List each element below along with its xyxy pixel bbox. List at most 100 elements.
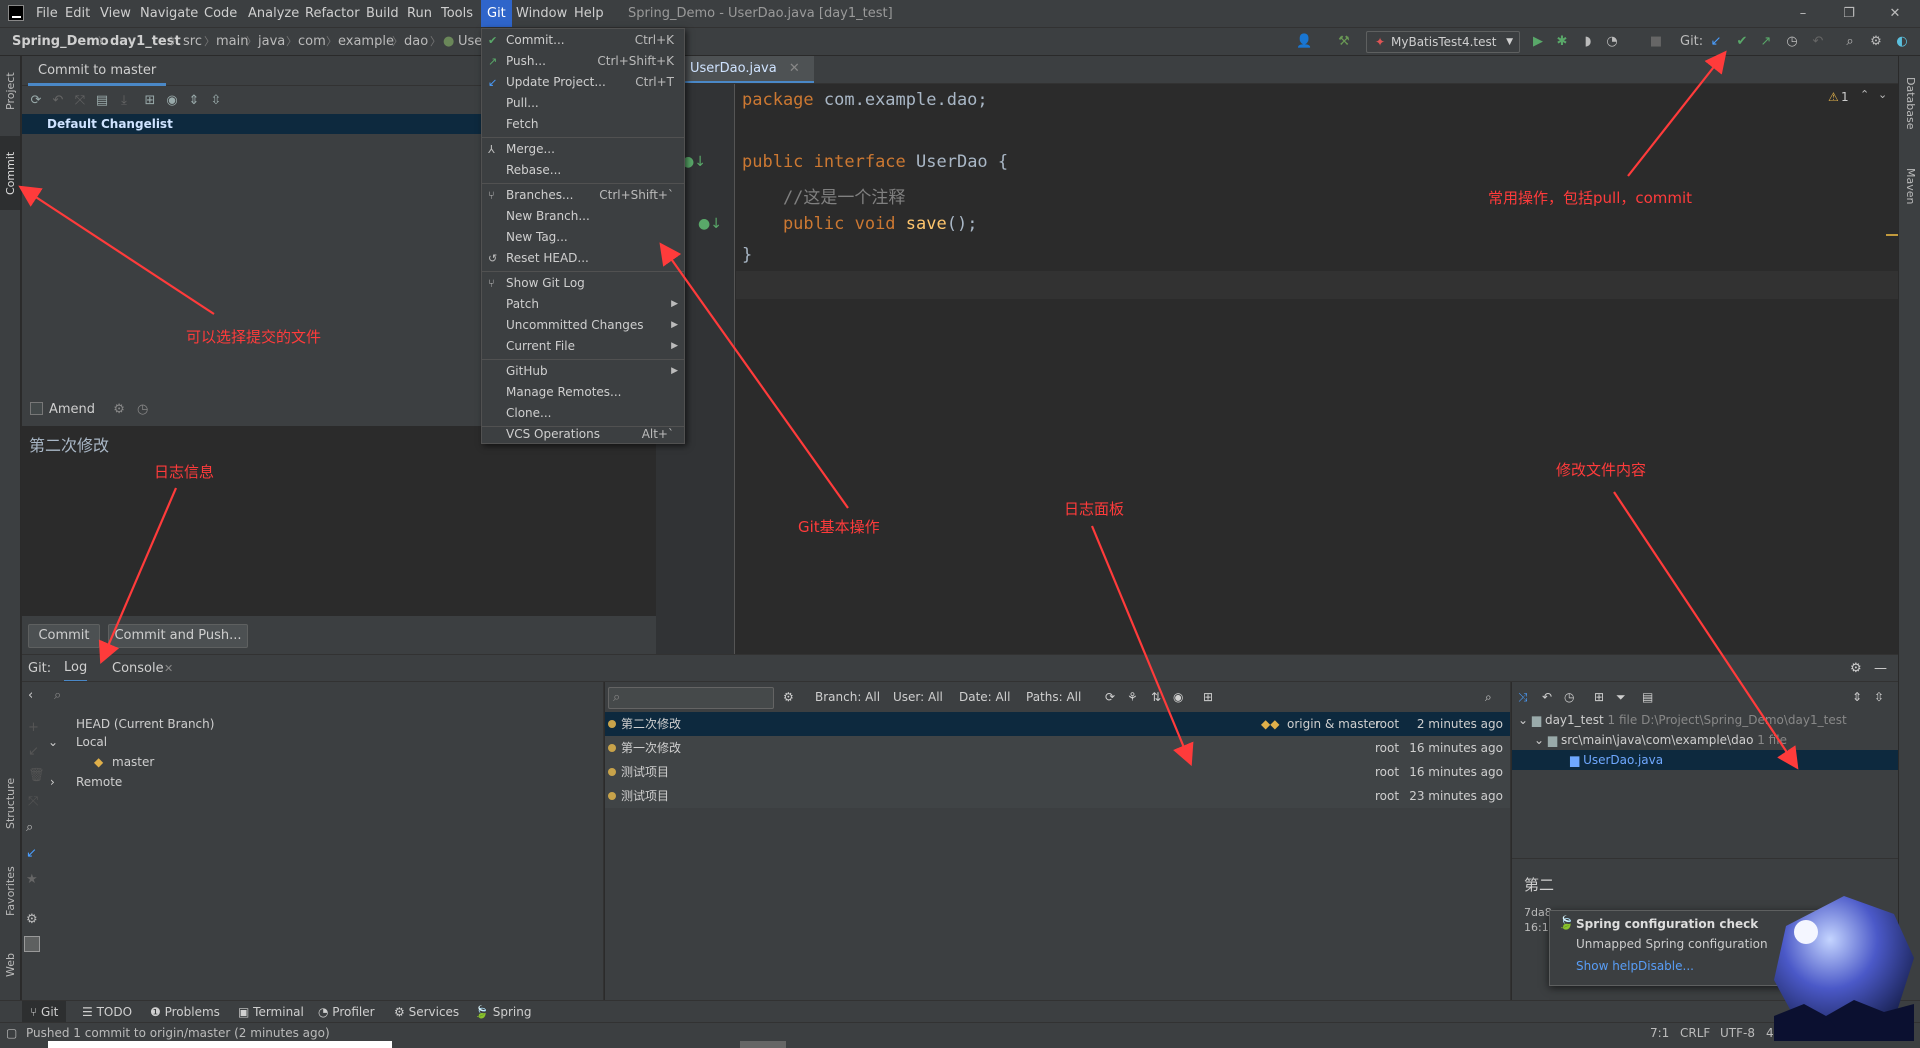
tool-tab-project[interactable]: Project [0, 60, 20, 122]
gear-icon[interactable]: ⚙ [26, 912, 38, 927]
warning-icon[interactable]: ⚠ [1828, 90, 1839, 104]
fetch-icon[interactable]: ↙ [26, 846, 37, 861]
code-editor[interactable]: package com.example.dao; public interfac… [736, 84, 1898, 654]
menu-help[interactable]: Help [568, 0, 610, 27]
filter-user[interactable]: User: All [893, 690, 943, 704]
breadcrumb-src[interactable]: src [183, 28, 202, 55]
update-icon[interactable]: ↙ [28, 744, 39, 759]
git-commit-icon[interactable]: ✔ [1734, 34, 1750, 50]
menu-item-current-file[interactable]: Current File ▶ [482, 336, 684, 357]
chevron-down-icon[interactable]: ⌄ [1878, 88, 1887, 101]
gear-icon[interactable]: ⚙ [113, 402, 125, 417]
new-tab-icon[interactable]: ⊞ [1203, 690, 1213, 704]
refresh-icon[interactable]: ⟳ [28, 93, 44, 109]
log-search-input[interactable]: ⌕ [608, 687, 774, 709]
implementation-icon[interactable]: ●↓ [698, 216, 722, 232]
commit-row[interactable]: 测试项目 root 23 minutes ago [605, 784, 1510, 808]
branch-master[interactable]: master [112, 753, 154, 771]
commit-message-input[interactable]: 第二次修改 [22, 426, 656, 616]
commit-button[interactable]: Commit [28, 624, 100, 648]
menu-item-patch[interactable]: Patch ▶ [482, 294, 684, 315]
menu-item-merge[interactable]: ⅄ Merge... [482, 139, 684, 160]
minimize-panel-icon[interactable]: — [1874, 655, 1887, 681]
amend-checkbox[interactable]: Amend ⚙ ◷ [30, 402, 148, 417]
download-icon[interactable]: ⤓ [116, 93, 132, 109]
menu-analyze[interactable]: Analyze [242, 0, 305, 27]
close-icon[interactable]: ✕ [164, 655, 173, 681]
layout-icon[interactable] [24, 936, 40, 952]
layout-icon[interactable]: ▤ [1642, 690, 1653, 704]
gear-icon[interactable]: ⚙ [1868, 34, 1884, 50]
disable-link[interactable]: Disable... [1638, 959, 1694, 973]
git-update-icon[interactable]: ↙ [1708, 34, 1724, 50]
branch-head[interactable]: HEAD (Current Branch) [76, 715, 214, 733]
tool-tab-web[interactable]: Web [0, 940, 20, 990]
expand-all-icon[interactable]: ⇕ [186, 93, 202, 109]
menu-item-rebase[interactable]: Rebase... [482, 160, 684, 181]
breadcrumb-java[interactable]: java [258, 28, 285, 55]
filter-paths[interactable]: Paths: All [1026, 690, 1081, 704]
filter-date[interactable]: Date: All [959, 690, 1010, 704]
expand-all-icon[interactable]: ⇕ [1852, 690, 1862, 704]
commit-row[interactable]: 第一次修改 root 16 minutes ago [605, 736, 1510, 760]
line-separator[interactable]: CRLF [1680, 1023, 1710, 1043]
commit-row[interactable]: 测试项目 root 16 minutes ago [605, 760, 1510, 784]
history-icon[interactable]: ◷ [137, 402, 148, 417]
shelve-icon[interactable]: ▤ [94, 93, 110, 109]
minimize-button[interactable]: – [1780, 0, 1826, 27]
chevron-up-icon[interactable]: ⌃ [1860, 88, 1869, 101]
breadcrumb-main[interactable]: main [216, 28, 248, 55]
menu-item-new-tag[interactable]: New Tag... [482, 227, 684, 248]
file-tree-root[interactable]: ⌄ ▆ day1_test 1 file D:\Project\Spring_D… [1518, 710, 1847, 730]
branch-group-remote[interactable]: Remote [76, 773, 122, 791]
menu-git[interactable]: Git [481, 0, 512, 27]
run-icon[interactable]: ▶ [1530, 34, 1546, 50]
restore-button[interactable]: ❐ [1826, 0, 1872, 27]
breadcrumb-file[interactable]: Use [458, 28, 482, 55]
menu-item-clone[interactable]: Clone... [482, 403, 684, 424]
filter-icon[interactable]: ⏷ [1616, 690, 1626, 705]
run-configuration-select[interactable]: ✦ MyBatisTest4.test ▼ [1366, 31, 1520, 53]
git-rollback-icon[interactable]: ↶ [1810, 34, 1826, 50]
file-tree-file[interactable]: ▆ UserDao.java [1512, 750, 1898, 770]
checkbox-box[interactable] [30, 402, 43, 415]
stop-icon[interactable]: ■ [1648, 34, 1664, 50]
revert-icon[interactable]: ↶ [1542, 690, 1552, 704]
tab-console[interactable]: Console [112, 655, 164, 681]
coverage-icon[interactable]: ◗ [1580, 34, 1596, 50]
changelist-row[interactable]: Default Changelist [22, 114, 482, 134]
breadcrumb-dao[interactable]: dao [404, 28, 428, 55]
menu-refactor[interactable]: Refactor [299, 0, 366, 27]
eye-icon[interactable]: ◉ [1173, 690, 1183, 704]
menu-item-update-project[interactable]: ↙ Update Project... Ctrl+T [482, 72, 684, 93]
tool-window-terminal[interactable]: ▣ Terminal [238, 1001, 304, 1022]
tool-tab-database[interactable]: Database [1899, 62, 1920, 144]
menu-window[interactable]: Window [510, 0, 573, 27]
tool-window-spring[interactable]: 🍃 Spring [474, 1001, 532, 1022]
tool-window-services[interactable]: ⚙ Services [394, 1001, 459, 1022]
menu-item-new-branch[interactable]: New Branch... [482, 206, 684, 227]
menu-item-vcs-operations[interactable]: VCS Operations Alt+` [482, 424, 684, 443]
tool-window-profiler[interactable]: ◔ Profiler [318, 1001, 375, 1022]
delete-icon[interactable]: 🗑 [28, 768, 45, 783]
chevron-down-icon[interactable]: ⌄ [48, 733, 58, 751]
menu-item-branches[interactable]: ⑂ Branches... Ctrl+Shift+` [482, 185, 684, 206]
tool-tab-maven[interactable]: Maven [1899, 156, 1920, 216]
caret-position[interactable]: 7:1 [1650, 1023, 1669, 1043]
debug-icon[interactable]: ✱ [1554, 34, 1570, 50]
show-diff-icon[interactable]: ⤨ [1518, 690, 1528, 705]
git-push-icon[interactable]: ↗ [1758, 34, 1774, 50]
cherry-pick-icon[interactable]: ⚘ [1127, 690, 1138, 704]
menu-run[interactable]: Run [401, 0, 438, 27]
group-by-icon[interactable]: ⊞ [1594, 690, 1604, 704]
close-window-button[interactable]: ✕ [1872, 0, 1918, 27]
refresh-icon[interactable]: ⟳ [1105, 690, 1115, 704]
filter-branch[interactable]: Branch: All [815, 690, 880, 704]
tab-log[interactable]: Log [64, 655, 88, 681]
gear-icon[interactable]: ⚙ [783, 690, 794, 704]
breadcrumb-com[interactable]: com [298, 28, 326, 55]
tool-tab-commit[interactable]: Commit [0, 136, 20, 210]
group-by-icon[interactable]: ⊞ [142, 93, 158, 109]
tool-window-todo[interactable]: ☰ TODO [82, 1001, 132, 1022]
menu-item-commit[interactable]: ✔ Commit... Ctrl+K [482, 30, 684, 51]
